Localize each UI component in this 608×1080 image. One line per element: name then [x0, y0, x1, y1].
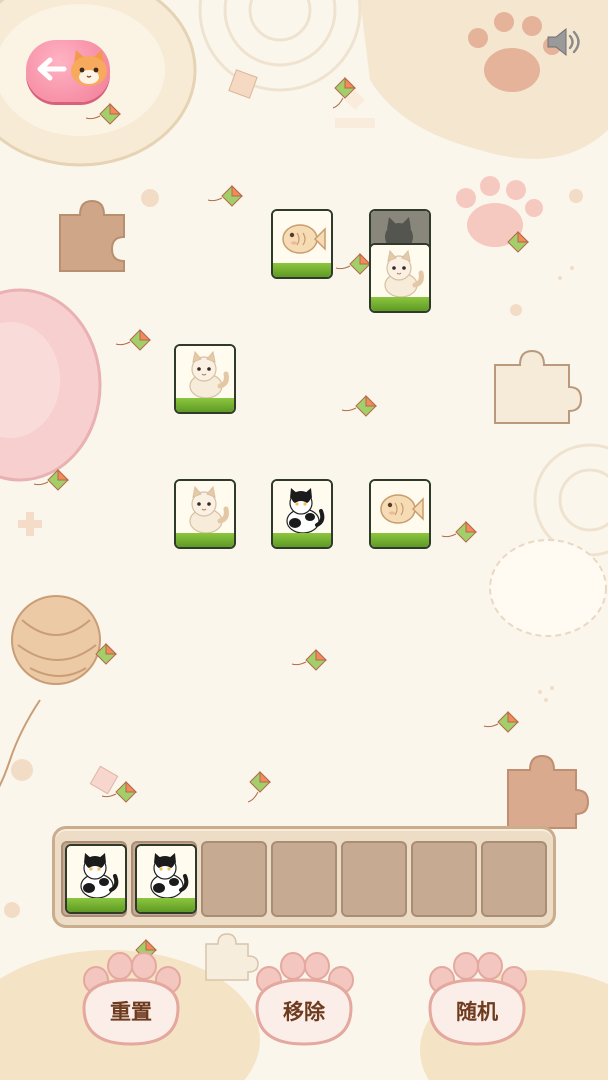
tile-base	[67, 898, 125, 912]
remove-button[interactable]: 移除	[243, 950, 365, 1054]
spotted-cat-icon	[285, 486, 325, 533]
tile-base	[371, 297, 429, 311]
tile-fish[interactable]	[271, 209, 333, 279]
tray-slot-2	[131, 841, 197, 917]
tile-fluffy-cat[interactable]	[369, 243, 431, 313]
tray-slot-6	[411, 841, 477, 917]
tray-slot-1	[61, 841, 127, 917]
speaker-icon[interactable]	[544, 24, 584, 60]
tray-tile-spotted-cat	[65, 844, 127, 914]
tile-base	[273, 263, 331, 277]
back-arrow-icon	[37, 57, 67, 81]
remove-label: 移除	[283, 1000, 325, 1024]
slot-tray	[52, 826, 556, 928]
shuffle-button[interactable]: 随机	[416, 950, 538, 1054]
fish-icon	[380, 494, 424, 524]
tile-base	[176, 533, 234, 547]
tile-base	[137, 898, 195, 912]
tray-tile-spotted-cat	[135, 844, 197, 914]
reset-label: 重置	[110, 1000, 152, 1024]
shuffle-label: 随机	[456, 1000, 498, 1024]
tile-fluffy-cat[interactable]	[174, 344, 236, 414]
tray-slot-4	[271, 841, 337, 917]
tile-base	[176, 398, 234, 412]
tray-slot-3	[201, 841, 267, 917]
back-button[interactable]	[26, 40, 110, 102]
spotted-cat-icon	[79, 851, 119, 898]
tile-base	[371, 533, 429, 547]
reset-button[interactable]: 重置	[70, 950, 192, 1054]
fluffy-cat-icon	[180, 350, 230, 398]
tile-base	[273, 533, 331, 547]
tray-slot-5	[341, 841, 407, 917]
tile-fish[interactable]	[369, 479, 431, 549]
fluffy-cat-icon	[180, 485, 230, 533]
tray-slot-7	[481, 841, 547, 917]
fish-icon	[282, 224, 326, 254]
spotted-cat-icon	[149, 851, 189, 898]
tile-fluffy-cat[interactable]	[174, 479, 236, 549]
tile-spotted-cat[interactable]	[271, 479, 333, 549]
fluffy-cat-icon	[375, 249, 425, 297]
orange-cat-icon	[71, 50, 107, 86]
